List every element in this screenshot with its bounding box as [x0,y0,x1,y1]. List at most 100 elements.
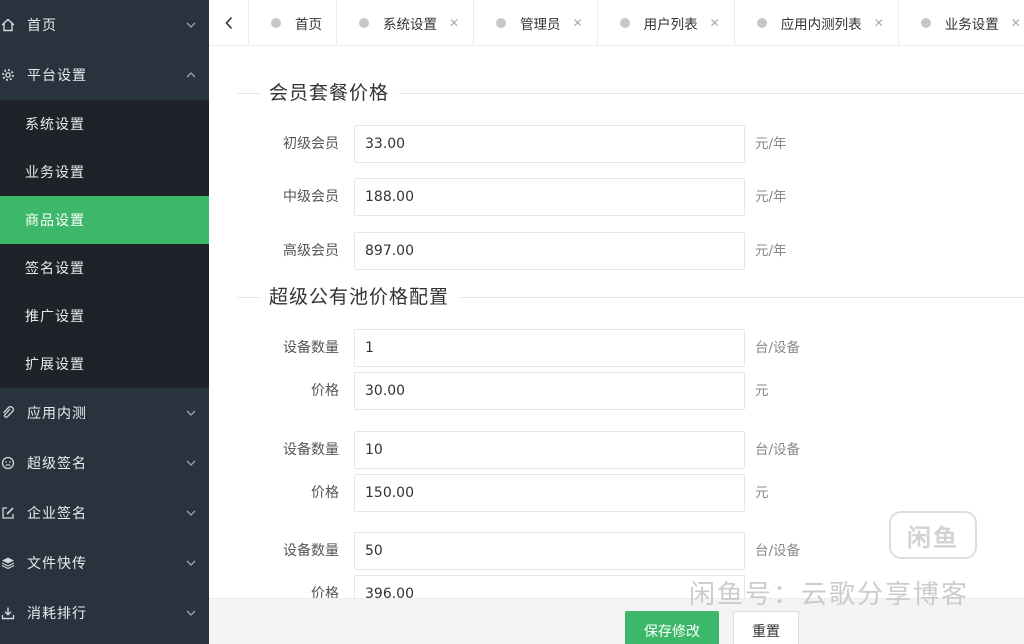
tab-dot-icon [756,18,767,28]
tab-dot-icon [496,18,507,28]
price-input[interactable] [354,575,745,598]
field-unit: 元 [755,383,769,399]
watermark-logo: 闲鱼 [889,511,977,559]
field-unit: 台/设备 [755,543,801,559]
basic-member-price-input[interactable] [354,125,745,163]
form-row-senior-member: 高级会员 元/年 [209,232,1024,270]
field-label: 高级会员 [283,243,339,259]
field-unit: 元 [755,485,769,501]
form-row-device-count: 设备数量 台/设备 [209,431,1024,469]
tab-label: 应用内测列表 [780,17,862,33]
edit-icon [0,505,16,521]
section-pool-title: 超级公有池价格配置 [209,282,1024,312]
tab-app-beta-list[interactable]: 应用内测列表 ✕ [735,0,899,45]
face-icon [0,455,16,471]
menu-app-beta-label: 应用内测 [27,406,87,422]
close-icon[interactable]: ✕ [449,16,459,30]
save-button[interactable]: 保存修改 [625,611,719,644]
field-label: 设备数量 [283,340,339,356]
section-title-text: 超级公有池价格配置 [261,282,460,312]
tabs-bar: 首页 系统设置 ✕ 管理员 ✕ 用户列表 ✕ 应用内测列表 ✕ 业务设置 ✕ [209,0,1024,46]
menu-enterprise-sign[interactable]: 企业签名 [0,488,209,538]
paperclip-icon [0,405,16,421]
tab-system-settings[interactable]: 系统设置 ✕ [337,0,475,45]
download-icon [0,605,16,621]
menu-file-transfer-label: 文件快传 [27,556,87,572]
field-label: 初级会员 [283,136,339,152]
close-icon[interactable]: ✕ [1011,16,1021,30]
section-title-text: 会员套餐价格 [261,78,400,108]
mid-member-price-input[interactable] [354,178,745,216]
sidebar-item-system-settings[interactable]: 系统设置 [0,100,209,148]
tab-business-settings[interactable]: 业务设置 ✕ [899,0,1024,45]
menu-home[interactable]: 首页 [0,0,209,50]
form-row-price: 价格 元 [209,474,1024,512]
device-count-input[interactable] [354,431,745,469]
sidebar-item-business-settings[interactable]: 业务设置 [0,148,209,196]
section-membership-title: 会员套餐价格 [209,78,1024,108]
tab-label: 管理员 [520,17,561,33]
menu-enterprise-sign-label: 企业签名 [27,506,87,522]
menu-platform-label: 平台设置 [27,68,87,84]
tab-administrators[interactable]: 管理员 ✕ [474,0,598,45]
sidebar-item-product-settings[interactable]: 商品设置 [0,196,209,244]
field-label: 价格 [311,485,339,501]
form-row-mid-member: 中级会员 元/年 [209,178,1024,216]
admin-app: 首页 平台设置 系统设置 业务设置 商品设置 签名设置 推广设置 扩展设置 应用… [0,0,1024,644]
reset-button[interactable]: 重置 [733,611,799,644]
menu-platform-settings[interactable]: 平台设置 [0,50,209,100]
chevron-down-icon [186,22,196,28]
platform-submenu: 系统设置 业务设置 商品设置 签名设置 推广设置 扩展设置 [0,100,209,388]
price-input[interactable] [354,372,745,410]
field-label: 中级会员 [283,189,339,205]
field-unit: 台/设备 [755,340,801,356]
gear-icon [0,67,16,83]
form-row-price: 价格 元 [209,372,1024,410]
field-unit: 元/年 [755,136,787,152]
tab-label: 首页 [295,17,322,33]
chevron-down-icon [186,610,196,616]
form-row-device-count: 设备数量 台/设备 [209,329,1024,367]
chevron-up-icon [186,72,196,78]
sidebar: 首页 平台设置 系统设置 业务设置 商品设置 签名设置 推广设置 扩展设置 应用… [0,0,209,644]
sidebar-item-signature-settings[interactable]: 签名设置 [0,244,209,292]
menu-consumption-label: 消耗排行 [27,606,87,622]
tab-home[interactable]: 首页 [249,0,337,45]
tab-dot-icon [619,18,630,28]
menu-app-beta[interactable]: 应用内测 [0,388,209,438]
device-count-input[interactable] [354,532,745,570]
sidebar-item-extension-settings[interactable]: 扩展设置 [0,340,209,388]
tab-dot-icon [359,18,369,28]
close-icon[interactable]: ✕ [573,16,583,30]
menu-file-transfer[interactable]: 文件快传 [0,538,209,588]
tab-user-list[interactable]: 用户列表 ✕ [598,0,735,45]
tab-label: 用户列表 [643,17,698,33]
field-label: 设备数量 [283,442,339,458]
field-unit: 元/年 [755,189,787,205]
field-unit: 台/设备 [755,442,801,458]
field-label: 价格 [311,586,339,598]
layers-icon [0,555,16,571]
tab-dot-icon [271,18,281,28]
tabs-scroll-left-button[interactable] [209,0,249,45]
field-label: 设备数量 [283,543,339,559]
watermark-text: 闲鱼号：云歌分享博客 [689,580,970,610]
price-input[interactable] [354,474,745,512]
menu-consumption-ranking[interactable]: 消耗排行 [0,588,209,638]
device-count-input[interactable] [354,329,745,367]
menu-home-label: 首页 [27,18,57,34]
tab-label: 系统设置 [383,17,437,33]
menu-super-sign[interactable]: 超级签名 [0,438,209,488]
sidebar-item-promotion-settings[interactable]: 推广设置 [0,292,209,340]
chevron-left-icon [224,16,232,30]
chevron-down-icon [186,410,196,416]
field-label: 价格 [311,383,339,399]
close-icon[interactable]: ✕ [874,16,884,30]
senior-member-price-input[interactable] [354,232,745,270]
menu-super-sign-label: 超级签名 [27,456,87,472]
tab-dot-icon [920,18,931,28]
close-icon[interactable]: ✕ [710,16,720,30]
chevron-down-icon [186,510,196,516]
chevron-down-icon [186,560,196,566]
field-unit: 元/年 [755,243,787,259]
